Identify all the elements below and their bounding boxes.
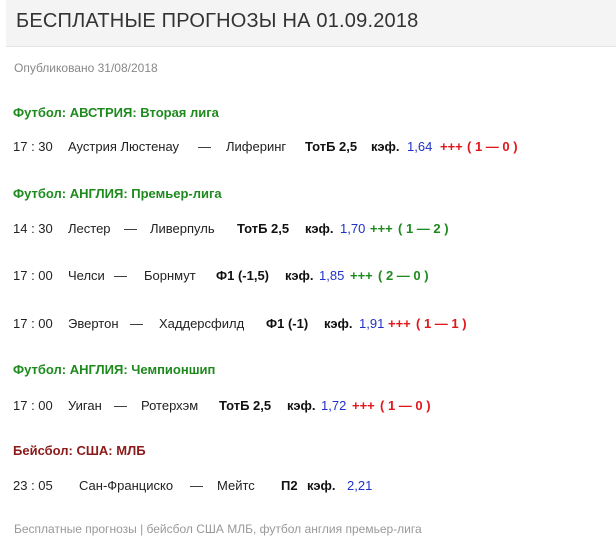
bet-type: ТотБ 2,5 <box>237 221 290 236</box>
win-marker: +++ <box>350 268 373 283</box>
coef-label: кэф. <box>305 221 334 236</box>
match-result: ( 2 — 0 ) <box>378 268 429 283</box>
match-dash: — <box>130 316 143 331</box>
bet-type: Ф1 (-1,5) <box>216 268 269 283</box>
section-title-austria[interactable]: Футбол: АВСТРИЯ: Вторая лига <box>13 105 219 120</box>
match-dash: — <box>114 398 127 413</box>
odds-value: 2,21 <box>347 478 373 493</box>
away-team: Борнмут <box>144 268 196 283</box>
home-team: Челси <box>68 268 105 283</box>
away-team: Лиферинг <box>226 139 287 154</box>
coef-label: кэф. <box>371 139 400 154</box>
match-result: ( 1 — 0 ) <box>467 139 518 154</box>
title-prefix: БЕСПЛАТНЫЕ ПРОГНОЗЫ НА <box>16 10 317 32</box>
match-time: 14 : 30 <box>13 221 53 236</box>
odds-value: 1,72 <box>321 398 347 413</box>
win-marker: +++ <box>352 398 375 413</box>
match-time: 17 : 00 <box>13 268 53 283</box>
odds-value: 1,64 <box>407 139 433 154</box>
match-time: 17 : 00 <box>13 398 53 413</box>
odds-value: 1,85 <box>319 268 345 283</box>
away-team: Хаддерсфилд <box>159 316 245 331</box>
coef-label: кэф. <box>287 398 316 413</box>
coef-label: кэф. <box>285 268 314 283</box>
away-team: Ротерхэм <box>141 398 199 413</box>
bet-type: ТотБ 2,5 <box>305 139 358 154</box>
match-result: ( 1 — 1 ) <box>416 316 467 331</box>
section-title-usa-mlb[interactable]: Бейсбол: США: МЛБ <box>13 443 146 458</box>
home-team: Уиган <box>68 398 102 413</box>
match-time: 17 : 30 <box>13 139 53 154</box>
home-team: Сан-Франциско <box>79 478 174 493</box>
footer-tags[interactable]: Бесплатные прогнозы | бейсбол США МЛБ, ф… <box>14 522 422 536</box>
home-team: Аустрия Люстенау <box>68 139 180 154</box>
home-team: Лестер <box>68 221 111 236</box>
match-dash: — <box>114 268 127 283</box>
away-team: Мейтс <box>217 478 255 493</box>
match-dash: — <box>190 478 203 493</box>
match-result: ( 1 — 2 ) <box>398 221 449 236</box>
bet-type: ТотБ 2,5 <box>219 398 272 413</box>
odds-value: 1,91 <box>359 316 385 331</box>
page-title: БЕСПЛАТНЫЕ ПРОГНОЗЫ НА 01.09.2018 <box>16 10 419 33</box>
match-dash: — <box>124 221 137 236</box>
title-date: 01.09.2018 <box>316 10 419 32</box>
odds-value: 1,70 <box>340 221 366 236</box>
match-dash: — <box>198 139 211 154</box>
home-team: Эвертон <box>68 316 119 331</box>
win-marker: +++ <box>370 221 393 236</box>
bet-type: П2 <box>281 478 298 493</box>
match-time: 17 : 00 <box>13 316 53 331</box>
coef-label: кэф. <box>307 478 336 493</box>
section-title-england-championship[interactable]: Футбол: АНГЛИЯ: Чемпионшип <box>13 362 215 377</box>
away-team: Ливерпуль <box>150 221 215 236</box>
win-marker: +++ <box>388 316 411 331</box>
bet-type: Ф1 (-1) <box>266 316 309 331</box>
win-marker: +++ <box>440 139 463 154</box>
published-date: Опубликовано 31/08/2018 <box>14 61 158 75</box>
coef-label: кэф. <box>324 316 353 331</box>
title-bar: БЕСПЛАТНЫЕ ПРОГНОЗЫ НА 01.09.2018 <box>6 0 616 47</box>
match-result: ( 1 — 0 ) <box>380 398 431 413</box>
section-title-england-premier[interactable]: Футбол: АНГЛИЯ: Премьер-лига <box>13 186 222 201</box>
match-time: 23 : 05 <box>13 478 53 493</box>
